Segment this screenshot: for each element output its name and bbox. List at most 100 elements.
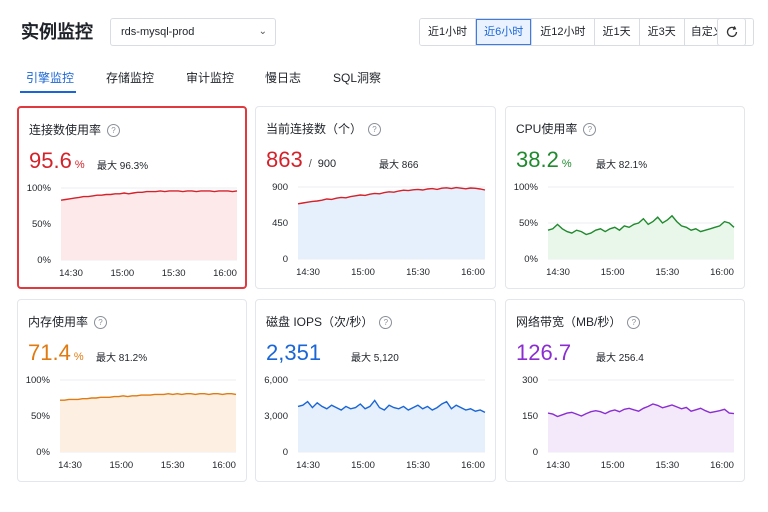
y-tick-label: 0 (283, 447, 288, 458)
y-tick-label: 50% (519, 218, 539, 229)
x-tick-label: 16:00 (710, 267, 734, 278)
tab-sql-insight[interactable]: SQL洞察 (333, 69, 381, 86)
metric-value-group: 863 / 900 (266, 147, 336, 173)
x-tick-label: 16:00 (461, 460, 485, 471)
line-chart: 0% 50% 100% 14:30 15:00 15:30 16:00 (26, 375, 237, 471)
help-icon[interactable]: ? (583, 123, 597, 136)
metric-value: 2,351 (266, 340, 322, 365)
x-tick-label: 14:30 (296, 460, 320, 471)
line-chart: 0% 50% 100% 14:30 15:00 15:30 16:00 (27, 183, 238, 279)
help-icon[interactable]: ? (94, 316, 108, 329)
y-tick-label: 150 (522, 411, 538, 422)
tab-slowlog[interactable]: 慢日志 (265, 69, 301, 86)
y-tick-label: 50% (32, 219, 52, 230)
series-area (548, 215, 734, 259)
metric-value: 126.7 (516, 340, 572, 365)
y-tick-label: 300 (522, 375, 538, 386)
y-tick-label: 100% (27, 183, 52, 194)
separator: / (308, 158, 312, 170)
y-tick-label: 3,000 (264, 411, 288, 422)
series-area (298, 187, 485, 259)
x-tick-label: 14:30 (546, 267, 570, 278)
x-tick-label: 15:30 (161, 460, 185, 471)
help-icon[interactable]: ? (627, 316, 641, 329)
x-tick-label: 15:30 (655, 460, 679, 471)
refresh-icon (726, 26, 737, 38)
range-6h[interactable]: 近6小时 (476, 19, 533, 45)
refresh-button[interactable] (717, 18, 746, 46)
metric-card-connection-usage[interactable]: 连接数使用率? 95.6% 最大 96.3% 0% 50% 100% 14:30 15:… (17, 106, 247, 289)
y-tick-label: 0% (37, 255, 51, 266)
x-tick-label: 15:00 (109, 460, 133, 471)
x-tick-label: 16:00 (212, 460, 236, 471)
metric-value-group: 71.4% (28, 340, 84, 366)
metric-card-current-connections[interactable]: 当前连接数（个）? 863 / 900 最大 866 0 450 900 14:30 15:… (255, 106, 496, 289)
x-tick-label: 15:30 (655, 267, 679, 278)
x-tick-label: 16:00 (213, 268, 237, 279)
card-title: 磁盘 IOPS（次/秒）? (266, 313, 393, 330)
tab-engine[interactable]: 引擎监控 (26, 69, 74, 86)
metric-max: 最大 256.4 (596, 353, 644, 364)
metric-value: 38.2 (516, 147, 559, 172)
metric-card-cpu-usage[interactable]: CPU使用率? 38.2% 最大 82.1% 0% 50% 100% 14:30 15:… (505, 106, 745, 289)
metric-max: 最大 5,120 (351, 353, 399, 364)
help-icon[interactable]: ? (368, 123, 382, 136)
card-title: 当前连接数（个）? (266, 120, 382, 137)
metric-value: 863 (266, 147, 303, 172)
range-1h[interactable]: 近1小时 (420, 19, 477, 45)
metric-unit: % (561, 158, 572, 170)
metric-value: 71.4 (28, 340, 71, 365)
x-tick-label: 15:00 (601, 460, 625, 471)
y-tick-label: 900 (272, 182, 288, 193)
line-chart: 0 150 300 14:30 15:00 15:30 16:00 (522, 375, 735, 471)
metric-max: 最大 81.2% (96, 353, 148, 364)
line-chart: 0 450 900 14:30 15:00 15:30 16:00 (272, 182, 486, 278)
x-tick-label: 16:00 (710, 460, 734, 471)
x-tick-label: 14:30 (546, 460, 570, 471)
metric-capacity: 900 (317, 158, 337, 170)
metric-max: 最大 96.3% (97, 161, 149, 172)
instance-select[interactable]: rds-mysql-prod ⌄ (110, 18, 276, 46)
x-tick-label: 14:30 (296, 267, 320, 278)
x-tick-label: 15:00 (601, 267, 625, 278)
tab-audit[interactable]: 审计监控 (186, 69, 234, 86)
line-chart: 0 3,000 6,000 14:30 15:00 15:30 16:00 (264, 375, 486, 471)
metric-card-memory-usage[interactable]: 内存使用率? 71.4% 最大 81.2% 0% 50% 100% 14:30 15:0… (17, 299, 247, 482)
y-tick-label: 450 (272, 218, 288, 229)
instance-select-value: rds-mysql-prod (121, 26, 195, 38)
y-tick-label: 100% (514, 182, 539, 193)
y-tick-label: 0 (533, 447, 538, 458)
help-icon[interactable]: ? (107, 124, 121, 137)
metric-card-disk-iops[interactable]: 磁盘 IOPS（次/秒）? 2,351 最大 5,120 0 3,000 6,000… (255, 299, 496, 482)
x-tick-label: 15:00 (351, 460, 375, 471)
metric-card-network-bandwidth[interactable]: 网络带宽（MB/秒）? 126.7 最大 256.4 0 150 300 14:30 1… (505, 299, 745, 482)
x-tick-label: 16:00 (461, 267, 485, 278)
x-tick-label: 15:30 (406, 267, 430, 278)
metric-value: 95.6 (29, 148, 72, 173)
y-tick-label: 0% (36, 447, 50, 458)
tab-bar: 引擎监控 存储监控 审计监控 慢日志 SQL洞察 (0, 62, 768, 96)
y-tick-label: 6,000 (264, 375, 288, 386)
metric-unit: % (73, 351, 84, 363)
card-title: CPU使用率? (516, 120, 597, 137)
time-range-group: 近1小时 近6小时 近12小时 近1天 近3天 自定义 (419, 18, 754, 46)
x-tick-label: 15:00 (110, 268, 134, 279)
series-area (60, 393, 236, 452)
series-area (61, 190, 237, 260)
x-tick-label: 15:30 (406, 460, 430, 471)
help-icon[interactable]: ? (379, 316, 393, 329)
x-tick-label: 15:30 (162, 268, 186, 279)
range-3d[interactable]: 近3天 (639, 19, 685, 45)
y-tick-label: 100% (26, 375, 51, 386)
range-1d[interactable]: 近1天 (594, 19, 640, 45)
x-tick-label: 14:30 (58, 460, 82, 471)
metric-value-group: 2,351 (266, 340, 321, 366)
card-title: 网络带宽（MB/秒）? (516, 313, 641, 330)
range-12h[interactable]: 近12小时 (532, 19, 595, 45)
tab-storage[interactable]: 存储监控 (106, 69, 154, 86)
card-title: 内存使用率? (28, 313, 108, 330)
metric-value-group: 126.7 (516, 340, 571, 366)
metric-unit: % (74, 159, 85, 171)
metric-value-group: 38.2% (516, 147, 572, 173)
y-tick-label: 0% (524, 254, 538, 265)
